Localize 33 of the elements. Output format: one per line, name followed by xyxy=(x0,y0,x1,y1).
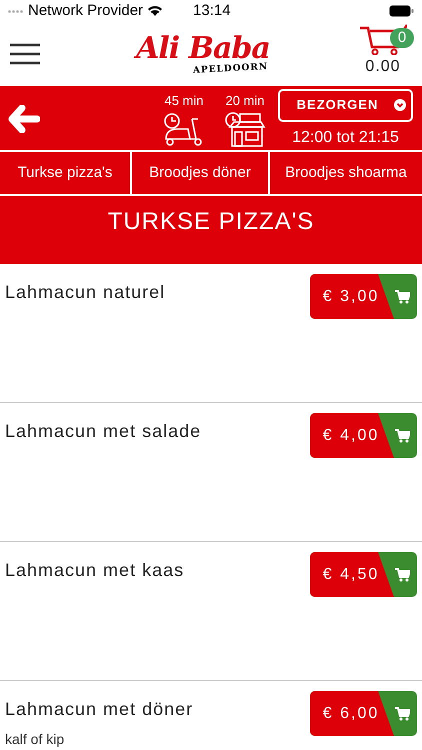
cart-icon xyxy=(395,568,410,582)
product-name: Lahmacun naturel xyxy=(5,281,166,304)
clock-time: 13:14 xyxy=(193,0,231,21)
pickup-time: 20 min xyxy=(225,92,265,110)
add-to-cart-button[interactable]: € 4,00 xyxy=(310,413,417,458)
product-name: Lahmacun met döner xyxy=(5,698,194,721)
add-to-cart-button[interactable]: € 4,50 xyxy=(310,552,417,597)
cart-total: 0.00 xyxy=(365,57,401,77)
section-title: TURKSE PIZZA'S xyxy=(108,207,314,237)
product-description: kalf of kip xyxy=(5,730,66,749)
cart-icon[interactable] xyxy=(359,23,407,55)
wifi-icon xyxy=(147,5,164,17)
cart-icon xyxy=(395,706,410,720)
battery-icon xyxy=(389,5,414,17)
menu-icon[interactable] xyxy=(10,43,40,65)
product-name: Lahmacun met salade xyxy=(5,420,202,443)
carrier-name: Network Provider xyxy=(28,0,144,21)
signal-icon xyxy=(8,10,24,12)
chevron-down-icon xyxy=(394,99,406,111)
delivery-mode-dropdown[interactable]: BEZORGEN xyxy=(278,88,413,122)
logo: Ali Baba xyxy=(136,34,270,64)
cart-icon xyxy=(395,290,410,304)
opening-hours: 12:00 tot 21:15 xyxy=(292,128,399,148)
shop-icon xyxy=(224,110,266,147)
cart-icon xyxy=(395,428,410,442)
category-tab[interactable]: Turkse pizza's xyxy=(0,152,130,194)
add-to-cart-button[interactable]: € 3,00 xyxy=(310,274,417,319)
cart-count-badge: 0 xyxy=(390,28,414,48)
back-arrow-icon[interactable] xyxy=(8,105,40,133)
delivery-time: 45 min xyxy=(164,92,204,110)
logo-subtitle: APELDOORN xyxy=(192,63,268,76)
product-name: Lahmacun met kaas xyxy=(5,559,186,582)
add-to-cart-button[interactable]: € 6,00 xyxy=(310,691,417,736)
